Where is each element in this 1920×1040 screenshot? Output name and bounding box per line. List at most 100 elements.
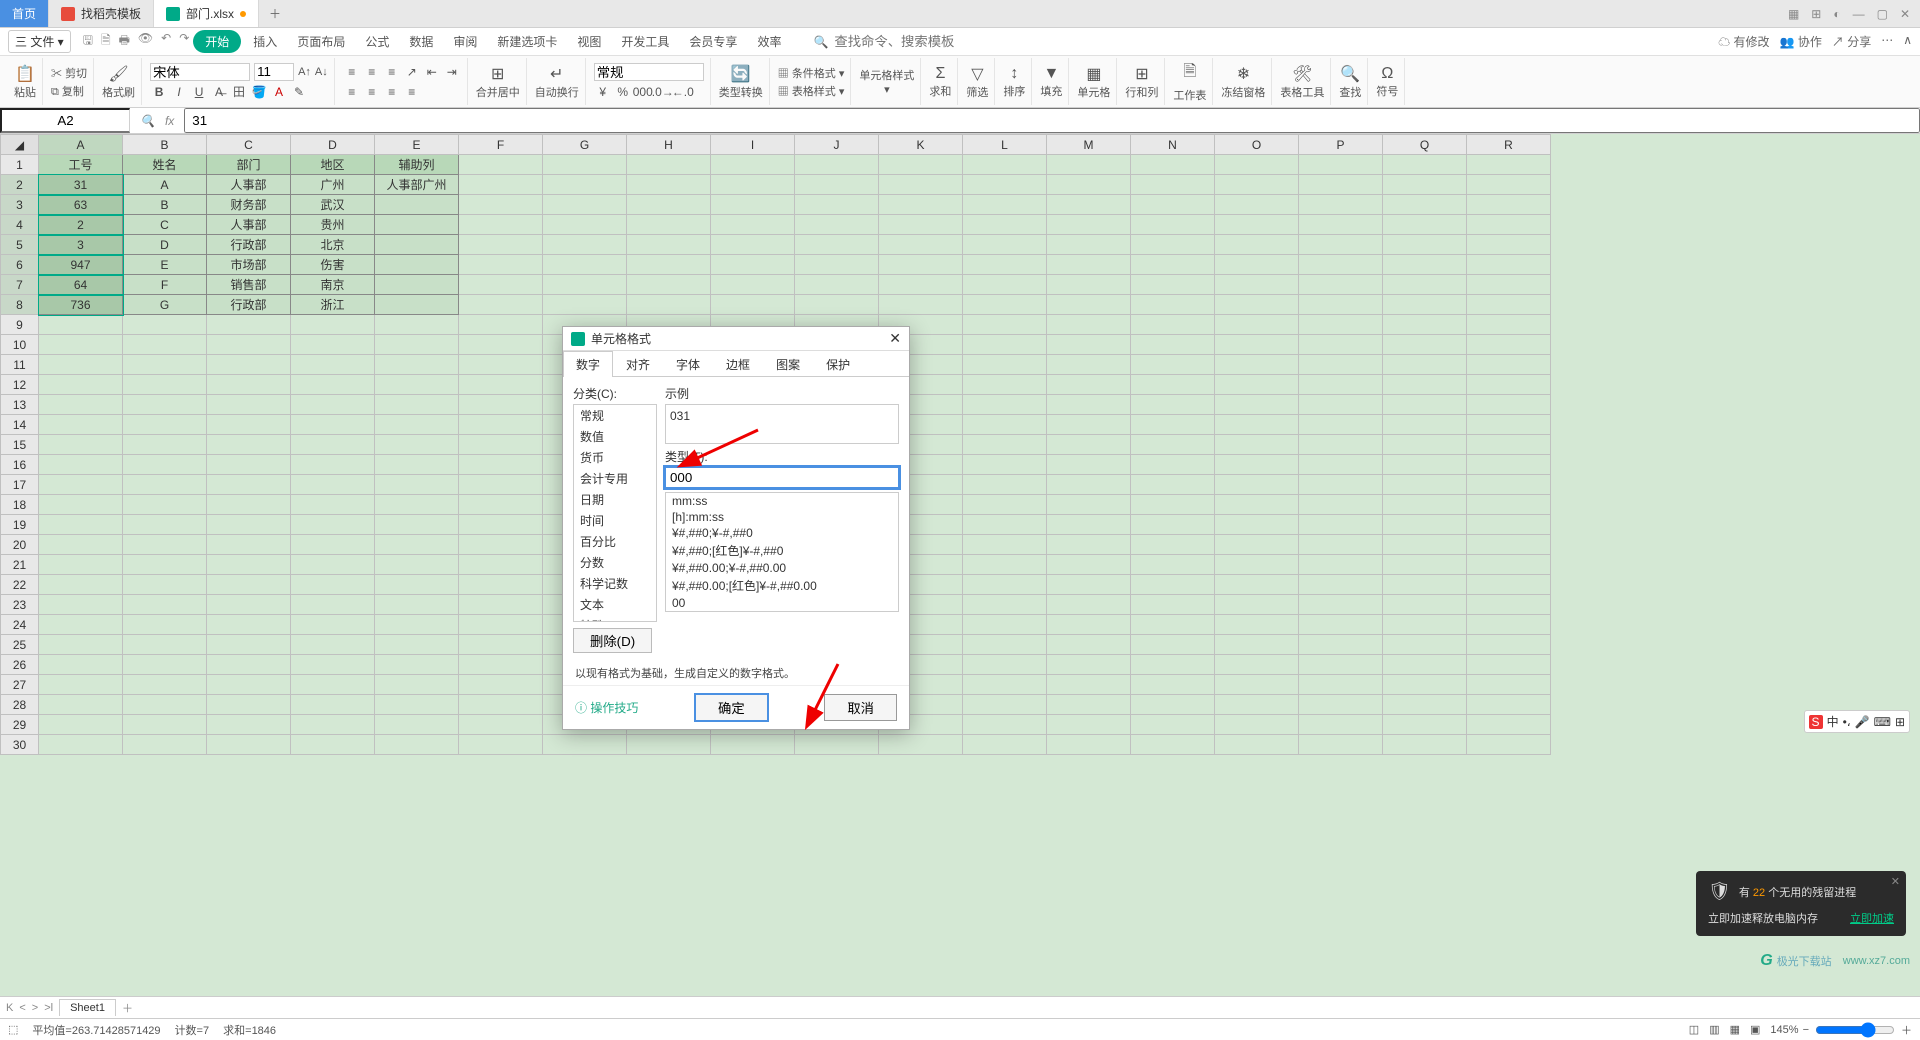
cell[interactable] <box>963 215 1047 235</box>
ime-keyboard-icon[interactable]: ⌨ <box>1874 715 1891 729</box>
type-input[interactable] <box>665 467 899 488</box>
cell[interactable] <box>207 495 291 515</box>
cell[interactable] <box>963 375 1047 395</box>
row-header[interactable]: 3 <box>1 195 39 215</box>
wrap-button[interactable]: ↵自动换行 <box>529 58 586 105</box>
cell[interactable]: 人事部 <box>207 215 291 235</box>
cell[interactable] <box>459 315 543 335</box>
qa-print-icon[interactable]: 🖶 <box>119 31 130 52</box>
cancel-button[interactable]: 取消 <box>824 694 897 721</box>
cell[interactable] <box>459 475 543 495</box>
cell[interactable] <box>375 535 459 555</box>
cell[interactable] <box>1047 415 1131 435</box>
cell[interactable] <box>39 695 123 715</box>
cell[interactable] <box>795 235 879 255</box>
find-button[interactable]: 🔍查找 <box>1333 58 1368 105</box>
coop-button[interactable]: 👥 协作 <box>1780 33 1822 50</box>
cell[interactable] <box>1215 215 1299 235</box>
cell[interactable] <box>1047 555 1131 575</box>
tab-home[interactable]: 首页 <box>0 0 49 27</box>
cell[interactable] <box>1299 155 1383 175</box>
cell[interactable] <box>123 495 207 515</box>
font-select[interactable] <box>150 63 250 81</box>
cell[interactable] <box>375 375 459 395</box>
menu-eff[interactable]: 效率 <box>749 31 789 52</box>
cell[interactable] <box>1047 195 1131 215</box>
cell[interactable] <box>39 735 123 755</box>
cell[interactable] <box>291 715 375 735</box>
cell[interactable] <box>1467 335 1551 355</box>
indent-inc-icon[interactable]: ⇥ <box>443 63 461 81</box>
cell[interactable] <box>1467 375 1551 395</box>
cell[interactable] <box>375 435 459 455</box>
cell[interactable] <box>459 175 543 195</box>
cell[interactable] <box>963 275 1047 295</box>
cell[interactable] <box>963 155 1047 175</box>
cell[interactable] <box>375 695 459 715</box>
category-item[interactable]: 时间 <box>574 510 656 531</box>
cell[interactable] <box>543 215 627 235</box>
status-mode-icon[interactable]: ⬚ <box>8 1023 18 1036</box>
cell[interactable] <box>207 535 291 555</box>
cell[interactable] <box>879 195 963 215</box>
cell[interactable] <box>1047 235 1131 255</box>
border-icon[interactable]: 田 <box>230 83 248 101</box>
menu-dev[interactable]: 开发工具 <box>613 31 677 52</box>
cell[interactable] <box>1383 395 1467 415</box>
cell[interactable] <box>963 195 1047 215</box>
cell[interactable] <box>1383 495 1467 515</box>
cell[interactable] <box>1299 735 1383 755</box>
share-button[interactable]: ↗ 分享 <box>1832 33 1871 50</box>
col-header[interactable]: J <box>795 135 879 155</box>
cell[interactable] <box>963 495 1047 515</box>
row-header[interactable]: 14 <box>1 415 39 435</box>
cell[interactable]: 部门 <box>207 155 291 175</box>
copy-button[interactable]: ⧉ 复制 <box>51 83 84 99</box>
qa-open-icon[interactable]: 🗎 <box>101 31 111 52</box>
col-header[interactable]: G <box>543 135 627 155</box>
menu-vip[interactable]: 会员专享 <box>681 31 745 52</box>
cell[interactable] <box>39 535 123 555</box>
cell[interactable]: 贵州 <box>291 215 375 235</box>
cell[interactable] <box>459 375 543 395</box>
sum-button[interactable]: Σ求和 <box>923 58 958 105</box>
cell[interactable] <box>291 675 375 695</box>
category-item[interactable]: 常规 <box>574 405 656 426</box>
row-header[interactable]: 17 <box>1 475 39 495</box>
cell[interactable] <box>795 275 879 295</box>
apps-icon[interactable]: ⊞ <box>1811 7 1821 21</box>
cell[interactable] <box>375 575 459 595</box>
format-item[interactable]: ¥#,##0.00;[红色]¥-#,##0.00 <box>666 576 898 595</box>
cell[interactable] <box>1047 715 1131 735</box>
format-list[interactable]: mm:ss[h]:mm:ss¥#,##0;¥-#,##0¥#,##0;[红色]¥… <box>665 492 899 612</box>
cell[interactable] <box>711 235 795 255</box>
dialog-tab[interactable]: 边框 <box>713 351 763 377</box>
category-item[interactable]: 分数 <box>574 552 656 573</box>
cell[interactable] <box>291 735 375 755</box>
rowcol-button[interactable]: ⊞行和列 <box>1119 58 1165 105</box>
cell[interactable] <box>123 455 207 475</box>
cell[interactable] <box>1215 715 1299 735</box>
cell[interactable] <box>879 295 963 315</box>
cell[interactable] <box>963 415 1047 435</box>
cell[interactable] <box>291 555 375 575</box>
cell[interactable] <box>459 655 543 675</box>
cell[interactable] <box>1299 375 1383 395</box>
cell[interactable] <box>1047 635 1131 655</box>
cell[interactable]: 人事部 <box>207 175 291 195</box>
cell[interactable] <box>39 315 123 335</box>
cell[interactable] <box>963 535 1047 555</box>
cell[interactable] <box>1047 275 1131 295</box>
row-header[interactable]: 11 <box>1 355 39 375</box>
cell[interactable]: 人事部广州 <box>375 175 459 195</box>
cell[interactable] <box>1467 635 1551 655</box>
row-header[interactable]: 9 <box>1 315 39 335</box>
cell[interactable] <box>1047 475 1131 495</box>
cell[interactable] <box>123 515 207 535</box>
numfmt-select[interactable] <box>594 63 704 81</box>
cell[interactable] <box>1131 515 1215 535</box>
cell[interactable] <box>39 555 123 575</box>
dialog-tab[interactable]: 图案 <box>763 351 813 377</box>
cell[interactable] <box>1047 215 1131 235</box>
cell[interactable] <box>123 395 207 415</box>
